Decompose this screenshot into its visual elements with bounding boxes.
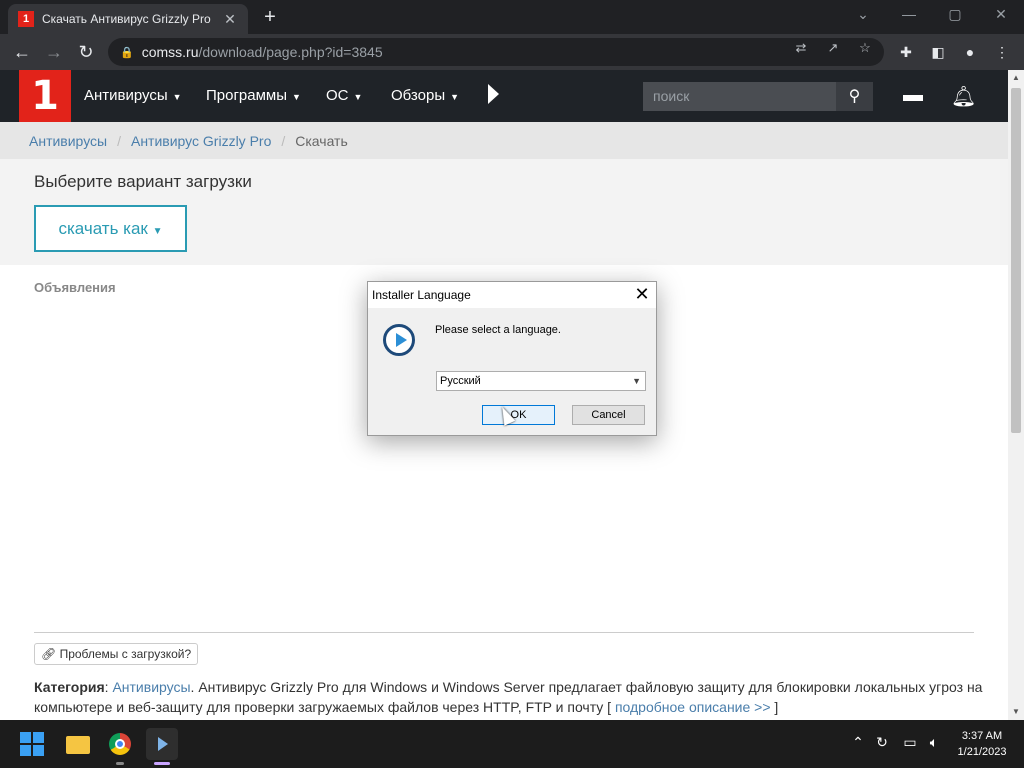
ads-label: Объявления <box>34 280 116 295</box>
clock-date: 1/21/2023 <box>957 746 1007 758</box>
caret-down-icon: ▼ <box>152 226 163 237</box>
tab-close-icon[interactable]: ✕ <box>222 11 238 28</box>
minimize-button[interactable]: — <box>886 4 932 24</box>
scrollbar-thumb[interactable] <box>1011 88 1021 433</box>
browser-tabstrip: 1 Скачать Антивирус Grizzly Pro ✕ + ⌄ — … <box>0 0 1024 34</box>
caret-down-icon: ▼ <box>172 92 182 102</box>
close-window-button[interactable]: ✕ <box>978 4 1024 24</box>
forward-arrow-icon[interactable]: → <box>42 40 66 64</box>
download-as-button[interactable]: скачать как ▼ <box>34 205 187 252</box>
nav-os[interactable]: ОС ▼ <box>326 87 362 104</box>
installer-play-icon <box>383 324 415 356</box>
breadcrumb: Антивирусы / Антивирус Grizzly Pro / Ска… <box>0 122 1008 159</box>
link-icon: 🔗︎ <box>41 647 57 661</box>
download-as-label: скачать как <box>58 219 148 238</box>
site-header: 1 Антивирусы ▼ Программы ▼ ОС ▼ Обзоры ▼ пои… <box>0 70 1008 122</box>
menu-kebab-icon[interactable]: ⋮ <box>992 42 1012 62</box>
chevron-down-icon: ▼ <box>632 376 641 386</box>
content-divider <box>34 632 974 633</box>
chevron-up-icon[interactable]: ⌃ <box>848 734 868 751</box>
nav-antivirus[interactable]: Антивирусы ▼ <box>84 87 182 104</box>
side-panel-icon[interactable]: ◧ <box>928 42 948 62</box>
share-icon[interactable]: ↗ <box>824 40 842 56</box>
caret-down-icon: ▼ <box>450 92 460 102</box>
reload-icon[interactable]: ↻ <box>74 40 98 64</box>
translate-icon[interactable]: ⇄ <box>792 40 810 56</box>
dialog-titlebar[interactable]: Installer Language ✕ <box>368 282 656 308</box>
tab-title: Скачать Антивирус Grizzly Pro <box>42 12 211 26</box>
language-select[interactable]: Русский ▼ <box>436 371 646 391</box>
maximize-button[interactable]: ▢ <box>932 4 978 24</box>
site-logo[interactable]: 1 <box>19 70 71 122</box>
installer-active-indicator <box>154 762 170 765</box>
back-arrow-icon[interactable]: ← <box>10 40 34 64</box>
url-path: /download/page.php?id=3845 <box>198 44 383 60</box>
caret-down-icon: ▼ <box>292 92 301 102</box>
volume-icon[interactable]: 🔈︎ <box>924 734 944 751</box>
chrome-running-indicator <box>116 762 124 765</box>
description-end: ] <box>774 699 779 715</box>
chat-icon[interactable]: ▬ <box>901 84 925 107</box>
scroll-down-icon[interactable]: ▼ <box>1008 704 1024 720</box>
nav-label: Антивирусы <box>84 87 168 104</box>
system-clock[interactable]: 3:37 AM 1/21/2023 <box>950 728 1014 760</box>
breadcrumb-separator: / <box>281 132 286 149</box>
download-problems-button[interactable]: 🔗︎ Проблемы с загрузкой? <box>34 643 199 665</box>
new-tab-button[interactable]: + <box>258 6 282 29</box>
download-title: Выберите вариант загрузки <box>34 172 252 191</box>
windows-taskbar: ⌃ ↻ ▭ 🔈︎ 3:37 AM 1/21/2023 <box>0 720 1024 768</box>
site-search-input[interactable]: поиск <box>643 82 836 111</box>
network-icon[interactable]: ▭ <box>900 734 920 751</box>
lock-icon: 🔒 <box>120 46 134 59</box>
clock-time: 3:37 AM <box>961 730 1003 742</box>
breadcrumb-current: Скачать <box>295 132 348 149</box>
windows-start-icon[interactable] <box>20 732 44 756</box>
extensions-puzzle-icon[interactable]: ✚ <box>896 42 916 62</box>
notification-bell-icon[interactable]: 🔔︎ <box>951 84 976 109</box>
dialog-close-icon[interactable]: ✕ <box>632 284 652 305</box>
nav-label: ОС <box>326 87 349 104</box>
breadcrumb-grizzly[interactable]: Антивирус Grizzly Pro <box>131 133 271 149</box>
download-problems-label: Проблемы с загрузкой? <box>59 647 192 661</box>
nav-label: Обзоры <box>391 87 446 104</box>
bookmark-star-icon[interactable]: ☆ <box>856 40 874 56</box>
nav-programs[interactable]: Программы ▼ <box>206 87 301 104</box>
chrome-icon[interactable] <box>104 728 136 760</box>
nav-more-arrow-icon[interactable] <box>488 84 499 104</box>
download-panel: Выберите вариант загрузки скачать как ▼ <box>0 159 1008 265</box>
nav-label: Программы <box>206 87 288 104</box>
caret-down-icon: ▼ <box>353 92 363 102</box>
category-label: Категория <box>34 679 105 695</box>
comss-favicon-icon: 1 <box>18 11 34 27</box>
product-description: Категория: Антивирусы. Антивирус Grizzly… <box>34 679 983 715</box>
tab-search-icon[interactable]: ⌄ <box>840 4 886 24</box>
browser-toolbar: ← → ↻ 🔒 comss.ru/download/page.php?id=38… <box>0 34 1024 70</box>
nav-reviews[interactable]: Обзоры ▼ <box>391 87 459 104</box>
browser-tab[interactable]: 1 Скачать Антивирус Grizzly Pro ✕ <box>8 4 248 34</box>
cancel-button[interactable]: Cancel <box>572 405 645 425</box>
profile-avatar-icon[interactable]: ● <box>960 42 980 62</box>
category-link[interactable]: Антивирусы <box>112 679 190 695</box>
language-select-value: Русский <box>440 375 481 387</box>
breadcrumb-separator: / <box>117 132 121 149</box>
dialog-title: Installer Language <box>372 288 471 302</box>
ok-button[interactable]: OK <box>482 405 555 425</box>
address-bar[interactable]: 🔒 comss.ru/download/page.php?id=3845 <box>108 38 884 66</box>
breadcrumb-antivirus[interactable]: Антивирусы <box>29 133 107 149</box>
search-icon[interactable]: ⚲ <box>836 82 873 111</box>
file-explorer-icon[interactable] <box>62 728 94 760</box>
dialog-message: Please select a language. <box>435 324 561 336</box>
installer-app-icon[interactable] <box>146 728 178 760</box>
sync-icon[interactable]: ↻ <box>872 734 892 751</box>
url-host: comss.ru <box>141 44 199 60</box>
more-description-link[interactable]: подробное описание >> <box>615 699 771 715</box>
scroll-up-icon[interactable]: ▲ <box>1008 70 1024 86</box>
